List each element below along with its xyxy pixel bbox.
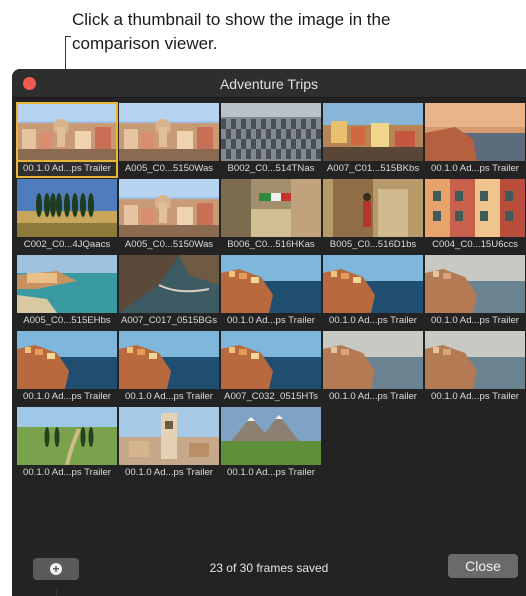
thumbnail-image[interactable] <box>17 331 117 389</box>
thumbnail-image[interactable] <box>119 255 219 313</box>
titlebar: Adventure Trips <box>12 69 526 98</box>
close-button[interactable]: Close <box>448 554 518 578</box>
thumbnail-label: A007_C032_0515HTs <box>224 391 318 402</box>
thumbnail-image[interactable] <box>119 331 219 389</box>
thumbnail-item[interactable]: A007_C032_0515HTs <box>221 331 321 405</box>
thumbnail-label: B006_C0...516HKas <box>227 239 315 250</box>
window-title: Adventure Trips <box>219 76 319 92</box>
thumbnail-image[interactable] <box>323 179 423 237</box>
thumbnail-item[interactable]: 00.1.0 Ad...ps Trailer <box>17 407 117 481</box>
thumbnail-item[interactable]: 00.1.0 Ad...ps Trailer <box>119 331 219 405</box>
thumbnail-item[interactable]: 00.1.0 Ad...ps Trailer <box>16 102 118 178</box>
thumbnail-label: A007_C017_0515BGs <box>120 315 217 326</box>
callout-text: Click a thumbnail to show the image in t… <box>72 10 391 53</box>
frames-window: Adventure Trips 00.1.0 Ad...ps Trailer A… <box>12 69 526 596</box>
thumbnail-label: 00.1.0 Ad...ps Trailer <box>227 315 315 326</box>
thumbnail-image[interactable] <box>221 103 321 161</box>
thumbnail-label: 00.1.0 Ad...ps Trailer <box>431 315 519 326</box>
thumbnail-label: 00.1.0 Ad...ps Trailer <box>125 391 213 402</box>
thumbnail-item[interactable]: A005_C0...515EHbs <box>17 255 117 329</box>
thumbnail-label: 00.1.0 Ad...ps Trailer <box>329 391 417 402</box>
thumbnail-item[interactable]: 00.1.0 Ad...ps Trailer <box>323 255 423 329</box>
thumbnail-image[interactable] <box>221 331 321 389</box>
thumbnail-label: 00.1.0 Ad...ps Trailer <box>431 391 519 402</box>
thumbnail-image[interactable] <box>119 179 219 237</box>
thumbnail-item[interactable]: C002_C0...4JQaacs <box>17 179 117 253</box>
thumbnail-label: 00.1.0 Ad...ps Trailer <box>23 391 111 402</box>
thumbnail-item[interactable]: 00.1.0 Ad...ps Trailer <box>17 331 117 405</box>
thumbnail-label: 00.1.0 Ad...ps Trailer <box>23 467 111 478</box>
thumbnail-item[interactable]: B006_C0...516HKas <box>221 179 321 253</box>
thumbnail-image[interactable] <box>119 407 219 465</box>
thumbnail-label: B005_C0...516D1bs <box>329 239 417 250</box>
thumbnail-item[interactable]: B002_C0...514TNas <box>221 103 321 177</box>
thumbnail-image[interactable] <box>323 255 423 313</box>
thumbnail-image[interactable] <box>16 102 118 162</box>
callout-leader-line-bottom <box>56 588 57 596</box>
thumbnail-item[interactable]: 00.1.0 Ad...ps Trailer <box>119 407 219 481</box>
thumbnail-label: 00.1.0 Ad...ps Trailer <box>16 160 118 178</box>
thumbnail-label: A005_C0...5150Was <box>124 239 214 250</box>
thumbnail-item[interactable]: A007_C01...515BKbs <box>323 103 423 177</box>
thumbnail-image[interactable] <box>221 255 321 313</box>
thumbnail-item[interactable]: 00.1.0 Ad...ps Trailer <box>221 255 321 329</box>
thumbnail-image[interactable] <box>425 255 525 313</box>
thumbnail-item[interactable]: C004_C0...15U6ccs <box>425 179 525 253</box>
thumbnail-grid: 00.1.0 Ad...ps Trailer A005_C0...5150Was… <box>16 102 526 478</box>
thumbnail-label: A007_C01...515BKbs <box>326 163 420 174</box>
thumbnail-image[interactable] <box>425 103 525 161</box>
thumbnail-item[interactable]: 00.1.0 Ad...ps Trailer <box>221 407 321 481</box>
thumbnail-item[interactable]: 00.1.0 Ad...ps Trailer <box>323 331 423 405</box>
thumbnail-image[interactable] <box>221 179 321 237</box>
thumbnail-label: B002_C0...514TNas <box>227 163 315 174</box>
thumbnail-label: A005_C0...515EHbs <box>23 315 111 326</box>
thumbnail-label: 00.1.0 Ad...ps Trailer <box>125 467 213 478</box>
thumbnail-item[interactable]: A005_C0...5150Was <box>119 179 219 253</box>
thumbnail-label: 00.1.0 Ad...ps Trailer <box>227 467 315 478</box>
bottom-bar: + 23 of 30 frames saved Close <box>12 554 526 596</box>
thumbnail-label: C002_C0...4JQaacs <box>23 239 111 250</box>
thumbnail-image[interactable] <box>425 179 525 237</box>
thumbnail-item[interactable]: 00.1.0 Ad...ps Trailer <box>425 103 525 177</box>
thumbnail-label: A005_C0...5150Was <box>124 163 214 174</box>
thumbnail-item[interactable]: A005_C0...5150Was <box>119 103 219 177</box>
thumbnail-item[interactable]: 00.1.0 Ad...ps Trailer <box>425 331 525 405</box>
thumbnail-label: C004_C0...15U6ccs <box>432 239 518 250</box>
thumbnail-image[interactable] <box>17 179 117 237</box>
thumbnail-image[interactable] <box>221 407 321 465</box>
thumbnail-image[interactable] <box>323 103 423 161</box>
thumbnail-image[interactable] <box>425 331 525 389</box>
thumbnail-image[interactable] <box>323 331 423 389</box>
thumbnail-image[interactable] <box>119 103 219 161</box>
thumbnail-item[interactable]: B005_C0...516D1bs <box>323 179 423 253</box>
thumbnail-label: 00.1.0 Ad...ps Trailer <box>329 315 417 326</box>
thumbnail-image[interactable] <box>17 407 117 465</box>
thumbnail-image[interactable] <box>17 255 117 313</box>
thumbnail-item[interactable]: 00.1.0 Ad...ps Trailer <box>425 255 525 329</box>
thumbnail-item[interactable]: A007_C017_0515BGs <box>119 255 219 329</box>
thumbnail-label: 00.1.0 Ad...ps Trailer <box>431 163 519 174</box>
